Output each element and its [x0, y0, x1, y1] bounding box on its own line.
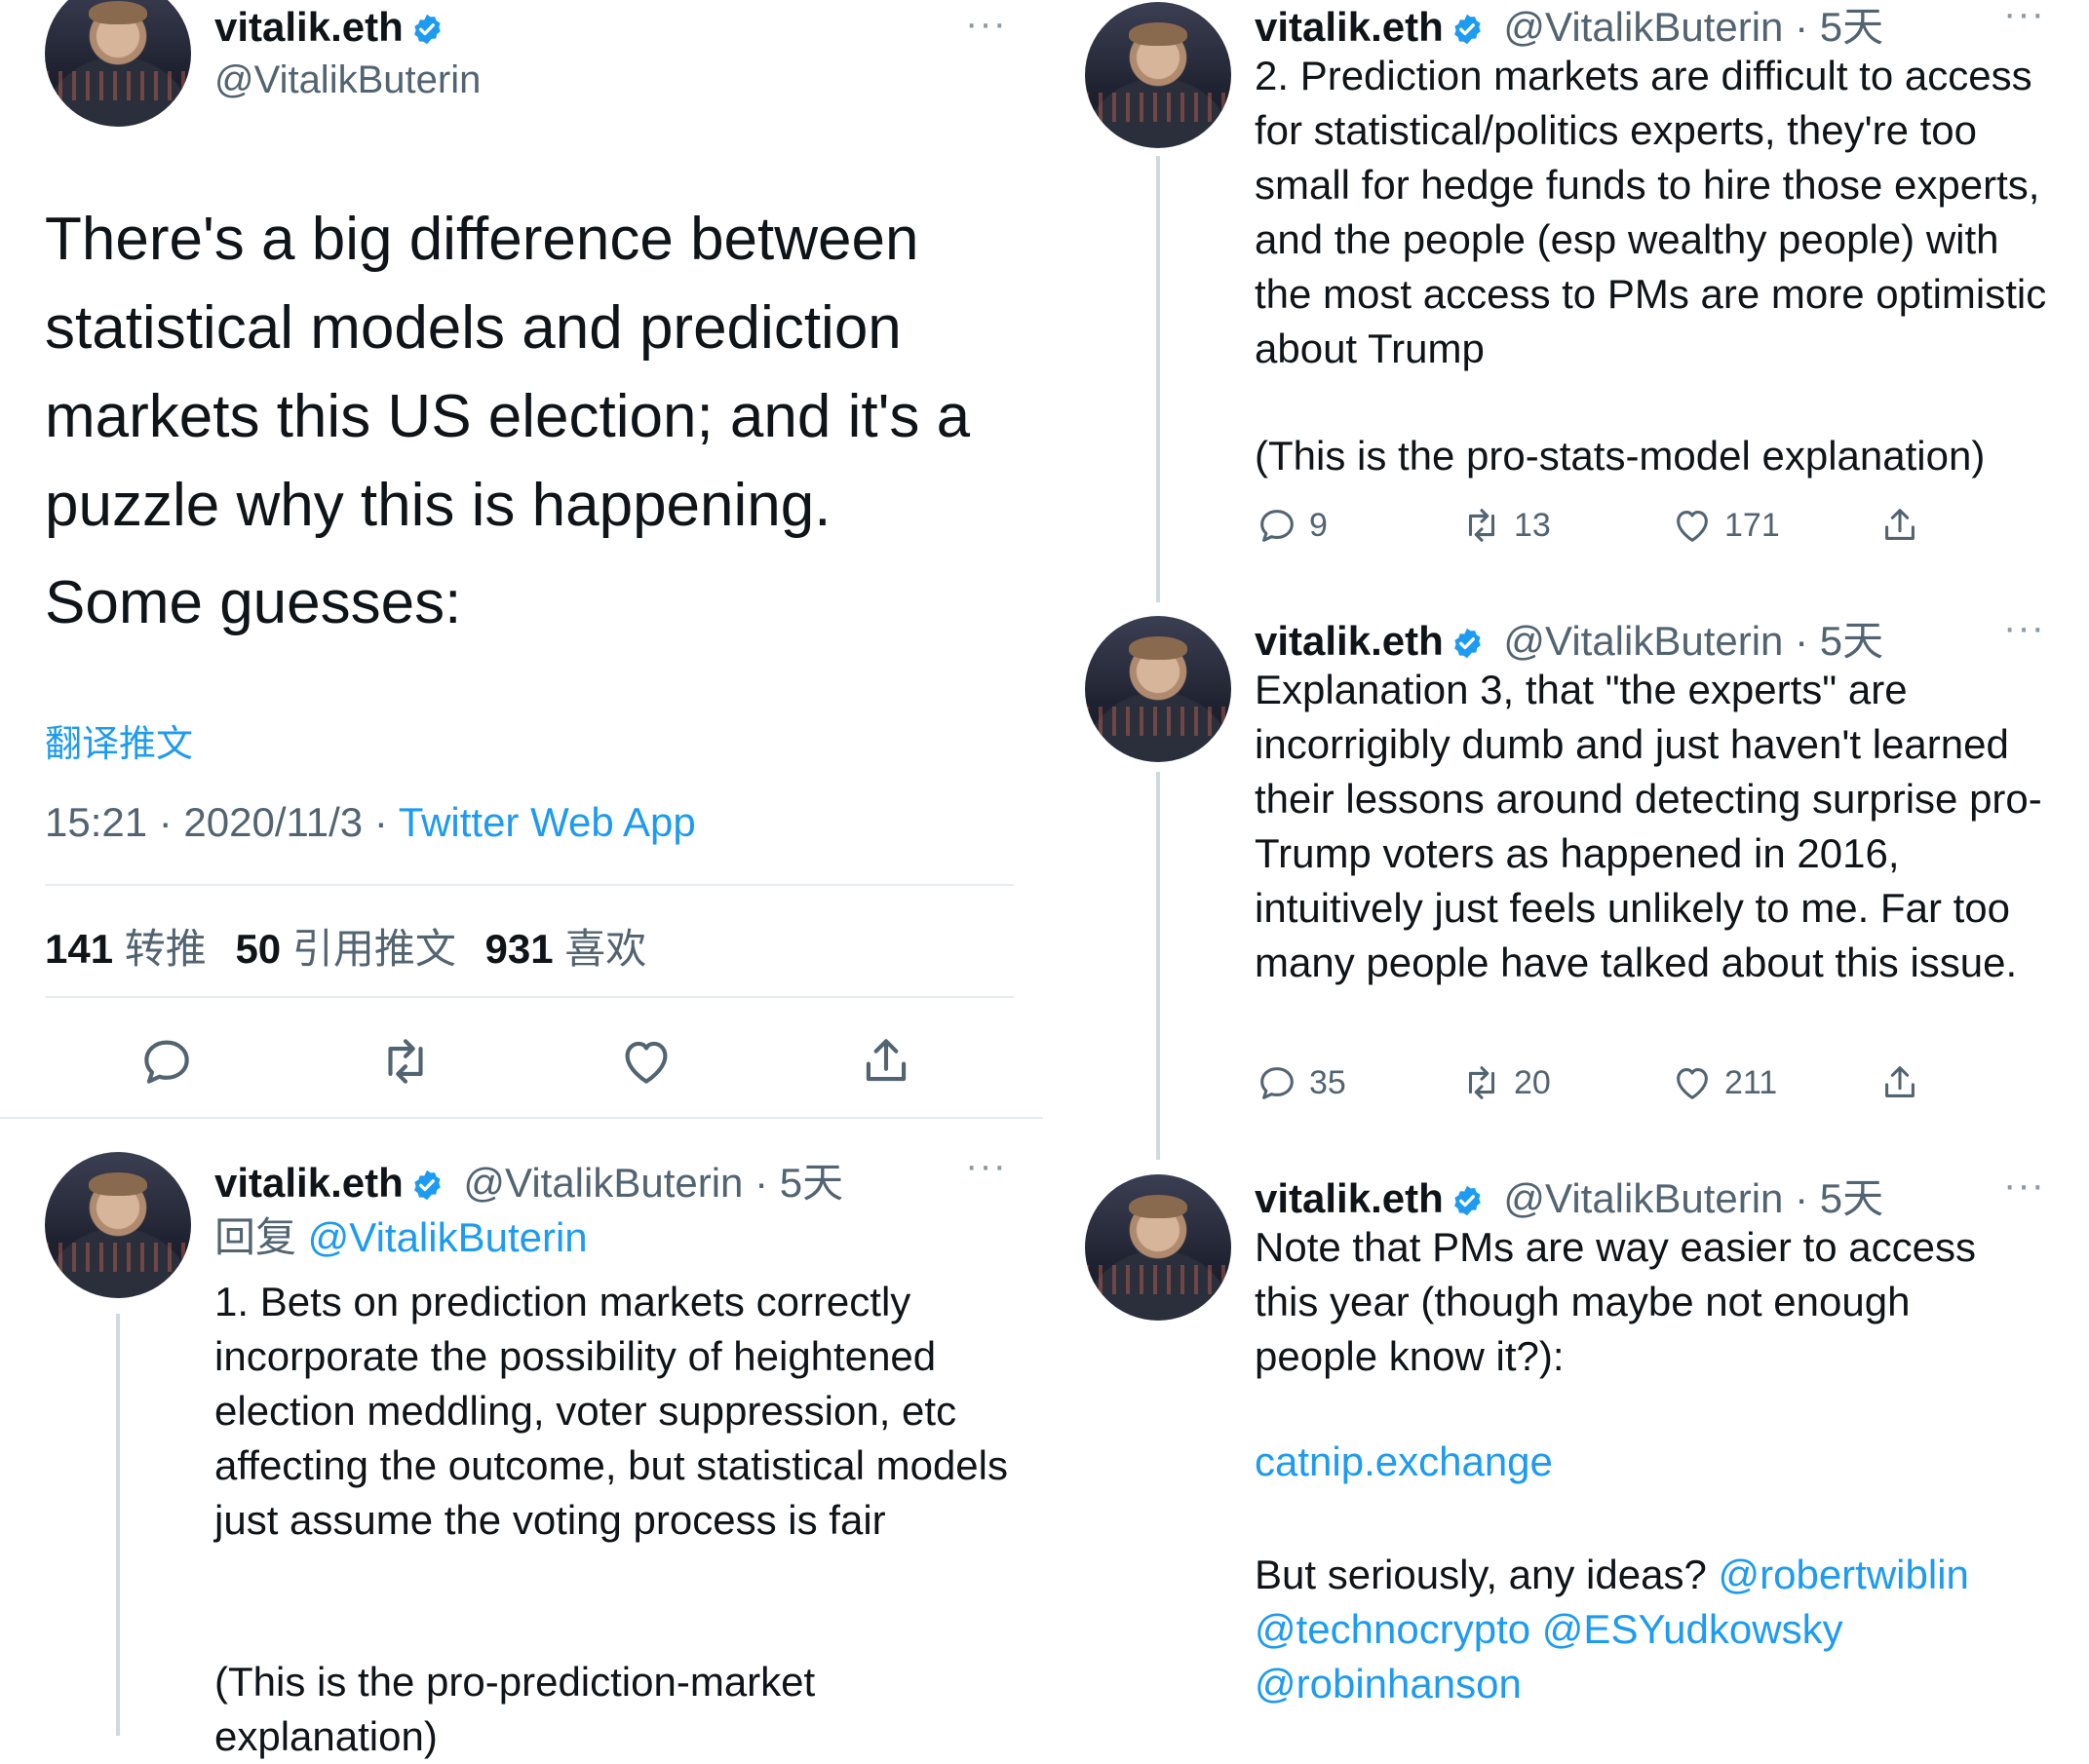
author-name[interactable]: vitalik.eth [214, 1160, 404, 1206]
tweet-text-continued: (This is the pro-stats-model explanation… [1255, 433, 1986, 479]
tweet-header: vitalik.eth @VitalikButerin · 5天 [1255, 1166, 1883, 1225]
reply-icon [1255, 1060, 1299, 1105]
avatar[interactable] [1085, 616, 1231, 762]
thread-line [1156, 772, 1160, 1160]
author-handle[interactable]: @VitalikButerin · 5天 [1503, 4, 1883, 50]
tweet-text-mentions: But seriously, any ideas? @robertwiblin … [1255, 1548, 2054, 1711]
divider [0, 1117, 1043, 1119]
reply-context: 回复 @VitalikButerin [214, 1205, 588, 1264]
likes-count[interactable]: 931 [485, 926, 554, 972]
reply-icon[interactable] [136, 1031, 197, 1092]
retweets-label[interactable]: 转推 [125, 926, 207, 972]
like-count: 211 [1724, 1063, 1778, 1101]
author-name[interactable]: vitalik.eth [214, 4, 445, 51]
tweet-meta: 15:21 · 2020/11/3 · Twitter Web App [45, 799, 696, 846]
more-icon[interactable]: ··· [965, 1144, 1007, 1188]
share-icon[interactable] [856, 1031, 916, 1092]
like-icon[interactable] [616, 1031, 677, 1092]
more-icon[interactable]: ··· [2003, 1164, 2045, 1208]
more-icon[interactable]: ··· [965, 2, 1007, 46]
tweet-text: 2. Prediction markets are difficult to a… [1255, 53, 2058, 371]
mention-link[interactable]: @robinhanson [1255, 1661, 1522, 1706]
avatar[interactable] [1085, 1174, 1231, 1321]
reply-count: 9 [1309, 506, 1328, 544]
tweet-text: There's a big difference between statist… [45, 206, 987, 539]
tweet-text: Explanation 3, that "the experts" are in… [1255, 667, 2042, 985]
verified-icon [1450, 1183, 1485, 1218]
quotes-count[interactable]: 50 [235, 926, 281, 972]
mention-link[interactable]: @technocrypto [1255, 1606, 1530, 1652]
mention-link[interactable]: @robertwiblin [1718, 1552, 1968, 1597]
author-name[interactable]: vitalik.eth [1255, 1175, 1444, 1221]
divider [45, 884, 1014, 886]
tweet-header: vitalik.eth @VitalikButerin · 5天 [214, 1150, 843, 1209]
verified-icon [409, 12, 445, 47]
like-button[interactable]: 171 [1670, 503, 1780, 548]
tweet-text: But seriously, any ideas? [1255, 1552, 1719, 1597]
share-icon [1877, 1060, 1922, 1105]
external-link[interactable]: catnip.exchange [1255, 1438, 1553, 1485]
author-handle[interactable]: @VitalikButerin · 5天 [1503, 618, 1883, 664]
avatar[interactable] [45, 1152, 191, 1298]
more-icon[interactable]: ··· [2003, 606, 2045, 650]
retweet-icon[interactable] [375, 1031, 436, 1092]
share-button[interactable] [1877, 503, 1922, 548]
like-button[interactable]: 211 [1670, 1060, 1777, 1105]
tweet-header: vitalik.eth @VitalikButerin · 5天 [1255, 0, 1883, 54]
translate-link[interactable]: 翻译推文 [45, 713, 193, 767]
reply-prefix: 回复 [214, 1214, 308, 1260]
thread-line [1156, 156, 1160, 602]
share-button[interactable] [1877, 1060, 1922, 1105]
tweet-text: Note that PMs are way easier to access t… [1255, 1224, 1988, 1379]
retweet-button[interactable]: 13 [1459, 503, 1551, 548]
author-name-text: vitalik.eth [214, 4, 404, 50]
quotes-label[interactable]: 引用推文 [292, 926, 456, 972]
reply-to-link[interactable]: @VitalikButerin [308, 1214, 588, 1260]
retweet-count: 20 [1514, 1063, 1551, 1101]
tweet-text-continued: Some guesses: [45, 569, 462, 636]
tweet-text: 1. Bets on prediction markets correctly … [214, 1279, 1020, 1543]
verified-icon [409, 1168, 445, 1203]
retweet-icon [1459, 1060, 1504, 1105]
source-link[interactable]: Twitter Web App [399, 799, 696, 845]
thread-line [116, 1314, 120, 1736]
reply-button[interactable]: 35 [1255, 1060, 1346, 1105]
likes-label[interactable]: 喜欢 [564, 926, 646, 972]
verified-icon [1450, 626, 1485, 661]
reply-button[interactable]: 9 [1255, 503, 1328, 548]
like-count: 171 [1724, 506, 1780, 544]
author-handle[interactable]: @VitalikButerin · 5天 [463, 1160, 843, 1206]
mention-link[interactable]: @ESYudkowsky [1542, 1606, 1843, 1652]
reply-count: 35 [1309, 1063, 1346, 1101]
share-icon [1877, 503, 1922, 548]
author-handle[interactable]: @VitalikButerin [214, 58, 481, 102]
avatar[interactable] [1085, 2, 1231, 148]
timestamp[interactable]: 15:21 · 2020/11/3 · [45, 799, 399, 845]
retweet-count: 13 [1514, 506, 1551, 544]
tweet-header: vitalik.eth @VitalikButerin · 5天 [1255, 608, 1883, 668]
retweet-icon [1459, 503, 1504, 548]
more-icon[interactable]: ··· [2003, 0, 2045, 36]
verified-icon [1450, 12, 1485, 47]
author-handle[interactable]: @VitalikButerin · 5天 [1503, 1175, 1883, 1221]
retweets-count[interactable]: 141 [45, 926, 113, 972]
tweet-text-continued: (This is the pro-prediction-market expla… [214, 1659, 827, 1759]
avatar[interactable] [45, 0, 191, 127]
retweet-button[interactable]: 20 [1459, 1060, 1551, 1105]
author-name[interactable]: vitalik.eth [1255, 4, 1444, 50]
like-icon [1670, 503, 1715, 548]
like-icon [1670, 1060, 1715, 1105]
reply-icon [1255, 503, 1299, 548]
engagement-stats: 141 转推 50 引用推文 931 喜欢 [45, 916, 646, 976]
author-name[interactable]: vitalik.eth [1255, 618, 1444, 664]
divider [45, 996, 1014, 998]
